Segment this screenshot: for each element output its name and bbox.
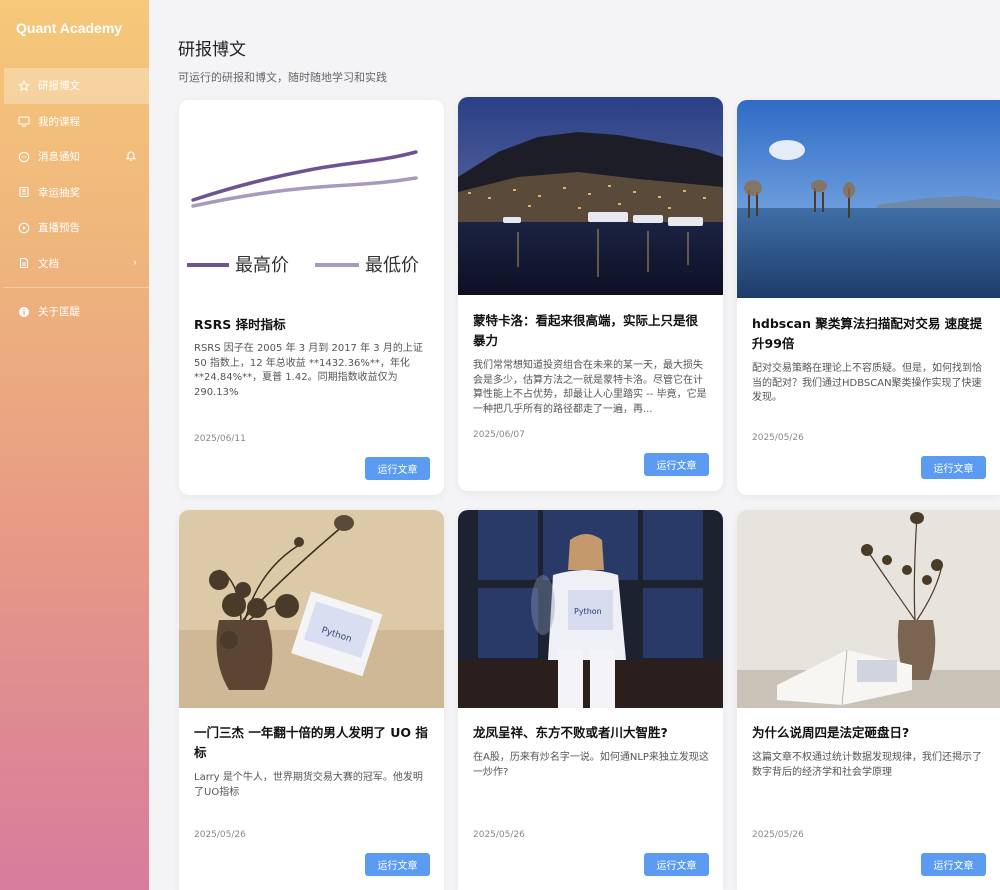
chevron-right-icon: › (133, 257, 137, 269)
monaco-night-image (458, 97, 723, 295)
document-icon (18, 257, 30, 269)
page-title: 研报博文 (178, 40, 246, 60)
sidebar-item-notifications[interactable]: 消息通知 (4, 139, 149, 175)
run-article-button[interactable]: 运行文章 (921, 853, 986, 876)
rsrs-chart-image: 最高价 最低价 (179, 100, 444, 300)
ticket-icon (18, 186, 30, 198)
card-description: 这篇文章不权通过统计数据发现规律，我们还揭示了数字背后的经济学和社会学原理 (752, 752, 982, 778)
monitor-icon (18, 115, 30, 127)
card-date: 2025/05/26 (473, 830, 525, 840)
brand-logo[interactable]: Quant Academy (16, 20, 122, 36)
card-title[interactable]: 龙凤呈祥、东方不败或者川大智胜? (473, 723, 709, 743)
run-article-button[interactable]: 运行文章 (365, 457, 430, 480)
sidebar-item-about[interactable]: 关于匡醍 (4, 294, 149, 330)
star-icon (18, 79, 30, 92)
run-article-button[interactable]: 运行文章 (644, 853, 709, 876)
run-article-button[interactable]: 运行文章 (365, 853, 430, 876)
legend-high-label: 最高价 (235, 255, 289, 276)
sidebar-item-lottery[interactable]: 幸运抽奖 (4, 175, 149, 211)
article-card[interactable]: 最高价 最低价 RSRS 择时指标 RSRS 因子在 2005 年 3 月到 2… (179, 100, 444, 495)
chat-icon (18, 151, 30, 163)
card-date: 2025/05/26 (752, 433, 804, 443)
card-title[interactable]: 一门三杰 一年翻十倍的男人发明了 UO 指标 (194, 723, 430, 763)
play-icon (18, 222, 30, 234)
sidebar-item-label: 幸运抽奖 (38, 186, 80, 199)
sidebar-item-courses[interactable]: 我的课程 (4, 104, 149, 140)
sidebar-item-label: 关于匡醍 (38, 306, 80, 319)
card-title[interactable]: 蒙特卡洛：看起来很高端，实际上只是很暴力 (473, 311, 709, 351)
card-description: RSRS 因子在 2005 年 3 月到 2017 年 3 月的上证 50 指数… (194, 343, 423, 398)
sidebar-item-label: 消息通知 (38, 151, 80, 164)
svg-text:Python: Python (574, 607, 602, 616)
sidebar-item-live[interactable]: 直播预告 (4, 210, 149, 246)
info-icon (18, 306, 30, 318)
article-card[interactable]: 为什么说周四是法定砸盘日? 这篇文章不权通过统计数据发现规律，我们还揭示了数字背… (737, 510, 1000, 890)
page-subtitle: 可运行的研报和博文，随时随地学习和实践 (178, 71, 387, 84)
bell-icon[interactable] (125, 149, 137, 164)
run-article-button[interactable]: 运行文章 (644, 453, 709, 476)
card-date: 2025/06/11 (194, 434, 246, 444)
article-card[interactable]: hdbscan 聚类算法扫描配对交易 速度提升99倍 配对交易策略在理论上不容质… (737, 100, 1000, 495)
sidebar: Quant Academy 研报博文 我的课程 消息通知 幸运抽奖 直播预告 文… (0, 0, 149, 890)
legend-low-label: 最低价 (365, 255, 419, 276)
card-description: Larry 是个牛人，世界期货交易大赛的冠军。他发明了UO指标 (194, 772, 423, 798)
card-date: 2025/05/26 (752, 830, 804, 840)
sidebar-item-docs[interactable]: 文档 › (4, 246, 149, 282)
article-card[interactable]: Python 一门三杰 一年翻十倍的男人发明了 UO 指标 Larry 是个牛人… (179, 510, 444, 890)
sidebar-item-label: 直播预告 (38, 222, 80, 235)
card-date: 2025/05/26 (194, 830, 246, 840)
sidebar-nav: 研报博文 我的课程 消息通知 幸运抽奖 直播预告 文档 › 关于匡醍 (4, 68, 149, 330)
sidebar-divider (4, 287, 149, 288)
card-description: 配对交易策略在理论上不容质疑。但是，如何找到恰当的配对？我们通过HDBSCAN聚… (752, 363, 982, 403)
card-title[interactable]: RSRS 择时指标 (194, 315, 430, 335)
sidebar-item-label: 我的课程 (38, 115, 80, 128)
article-card[interactable]: Python 龙凤呈祥、东方不败或者川大智胜? 在A股，历来有炒名字一说。如何通… (458, 510, 723, 890)
sidebar-item-research[interactable]: 研报博文 (4, 68, 149, 104)
lake-trees-image (737, 100, 1000, 298)
vase-open-book-image (737, 510, 1000, 708)
run-article-button[interactable]: 运行文章 (921, 456, 986, 479)
lotus-book-image: Python (179, 510, 444, 708)
sidebar-item-label: 文档 (38, 257, 59, 270)
card-description: 在A股，历来有炒名字一说。如何通NLP来独立发现这一炒作? (473, 752, 709, 778)
card-date: 2025/06/07 (473, 430, 525, 440)
card-title[interactable]: hdbscan 聚类算法扫描配对交易 速度提升99倍 (752, 314, 986, 354)
card-title[interactable]: 为什么说周四是法定砸盘日? (752, 723, 986, 743)
sidebar-item-label: 研报博文 (38, 80, 80, 93)
card-description: 我们常常想知道投资组合在未来的某一天，最大损失会是多少，估算方法之一就是蒙特卡洛… (473, 360, 707, 415)
article-card[interactable]: 蒙特卡洛：看起来很高端，实际上只是很暴力 我们常常想知道投资组合在未来的某一天，… (458, 97, 723, 491)
model-python-book-image: Python (458, 510, 723, 708)
